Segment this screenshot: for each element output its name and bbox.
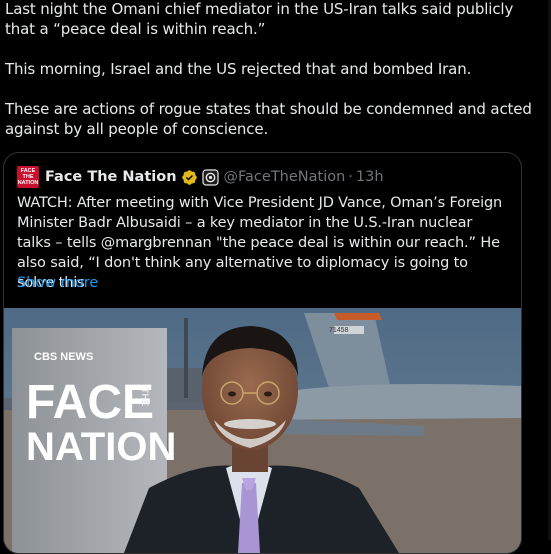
post-paragraph: These are actions of rogue states that s… [5,100,532,138]
author-handle[interactable]: @FaceTheNation [224,169,346,185]
avatar[interactable]: FACE THE NATION [17,166,39,188]
video-thumbnail[interactable]: CBS NEWS FACE NATION THE 71458 [4,308,521,553]
gold-check-icon[interactable] [181,169,198,186]
post-timestamp[interactable]: 13h [356,169,384,185]
media-side-text: THE [140,388,150,406]
media-title-text: NATION [26,425,176,469]
avatar-text: NATION [17,180,39,186]
show-more-link[interactable]: Show more [17,273,98,293]
quoted-post-header: FACE THE NATION Face The Nation @FaceThe… [17,166,384,188]
post-paragraph: This morning, Israel and the US rejected… [5,60,472,78]
affiliate-badge-icon[interactable] [201,168,219,186]
post-text: Last night the Omani chief mediator in t… [5,0,535,139]
post-paragraph: Last night the Omani chief mediator in t… [5,0,514,38]
media-plane-number: 71458 [329,327,349,334]
author-name[interactable]: Face The Nation [45,169,177,185]
quoted-post-card[interactable]: FACE THE NATION Face The Nation @FaceThe… [3,152,522,554]
media-title-text: FACE [26,376,154,429]
separator-dot: · [348,169,353,185]
media-brand-text: CBS NEWS [34,351,93,363]
